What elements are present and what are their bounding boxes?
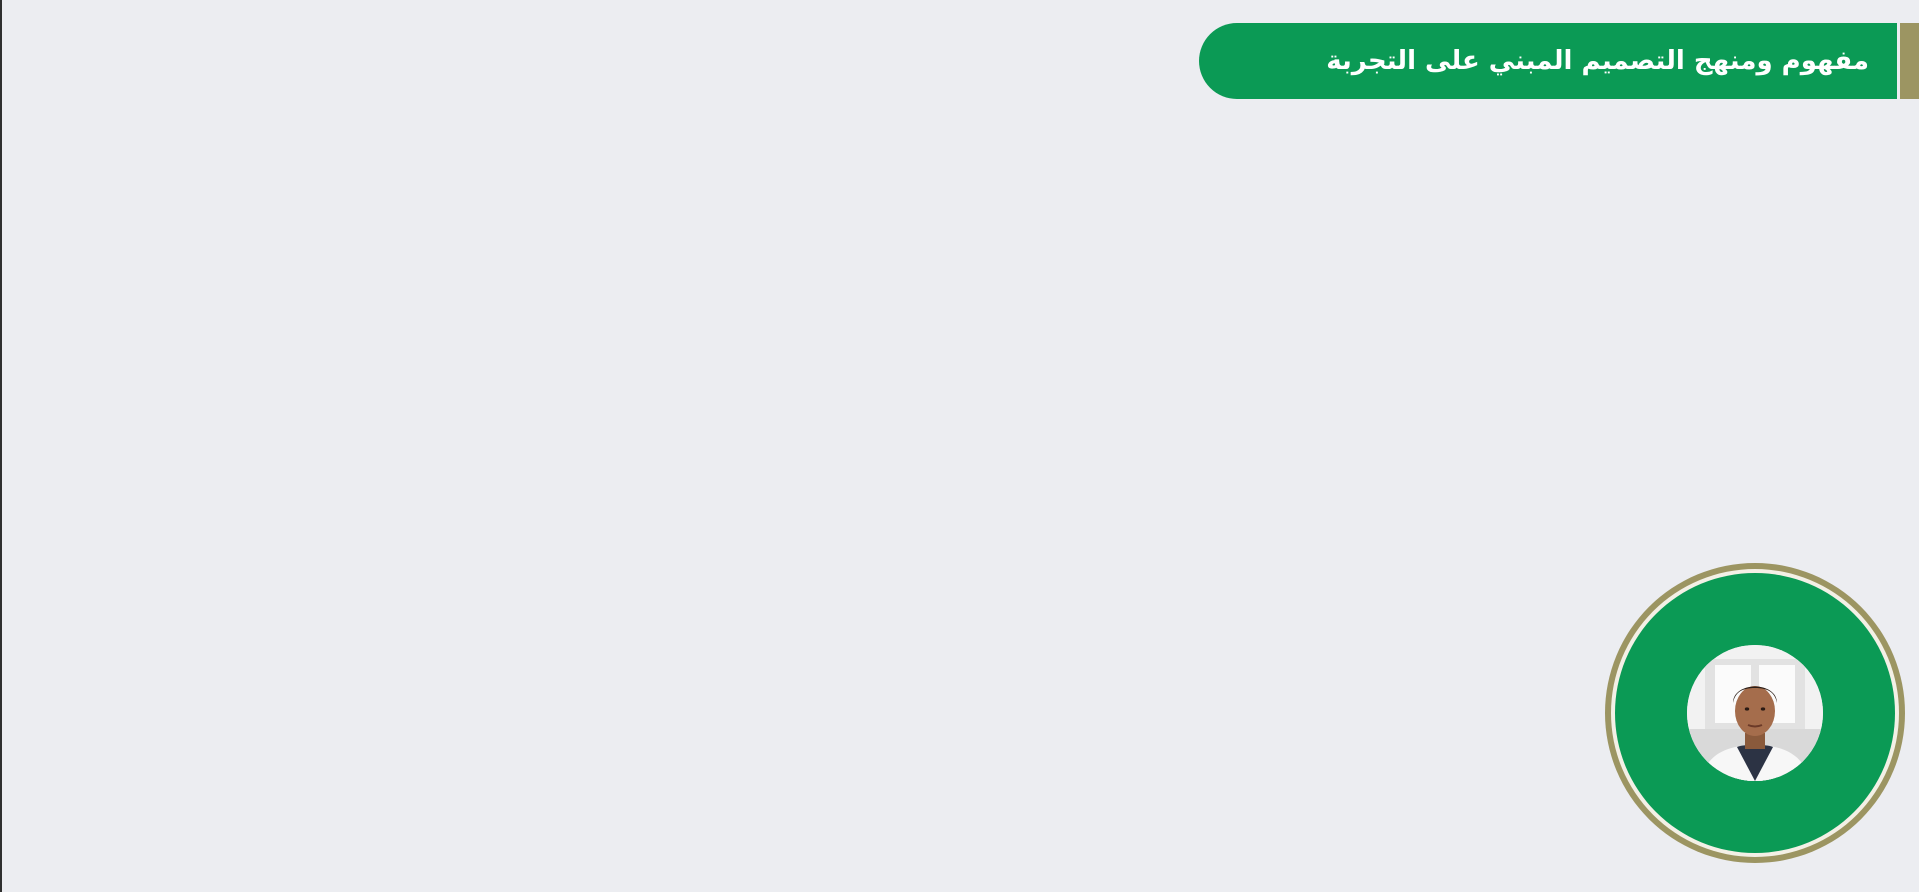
left-edge-border <box>0 0 2 892</box>
presenter-badge <box>1605 563 1905 863</box>
video-slide: مفهوم ومنهج التصميم المبني على التجربة <box>0 0 1919 892</box>
title-banner: مفهوم ومنهج التصميم المبني على التجربة <box>1199 23 1897 99</box>
presenter-avatar-icon <box>1687 645 1823 781</box>
presenter-avatar <box>1687 645 1823 781</box>
slide-title: مفهوم ومنهج التصميم المبني على التجربة <box>1326 46 1869 76</box>
title-accent-strip <box>1897 23 1919 99</box>
